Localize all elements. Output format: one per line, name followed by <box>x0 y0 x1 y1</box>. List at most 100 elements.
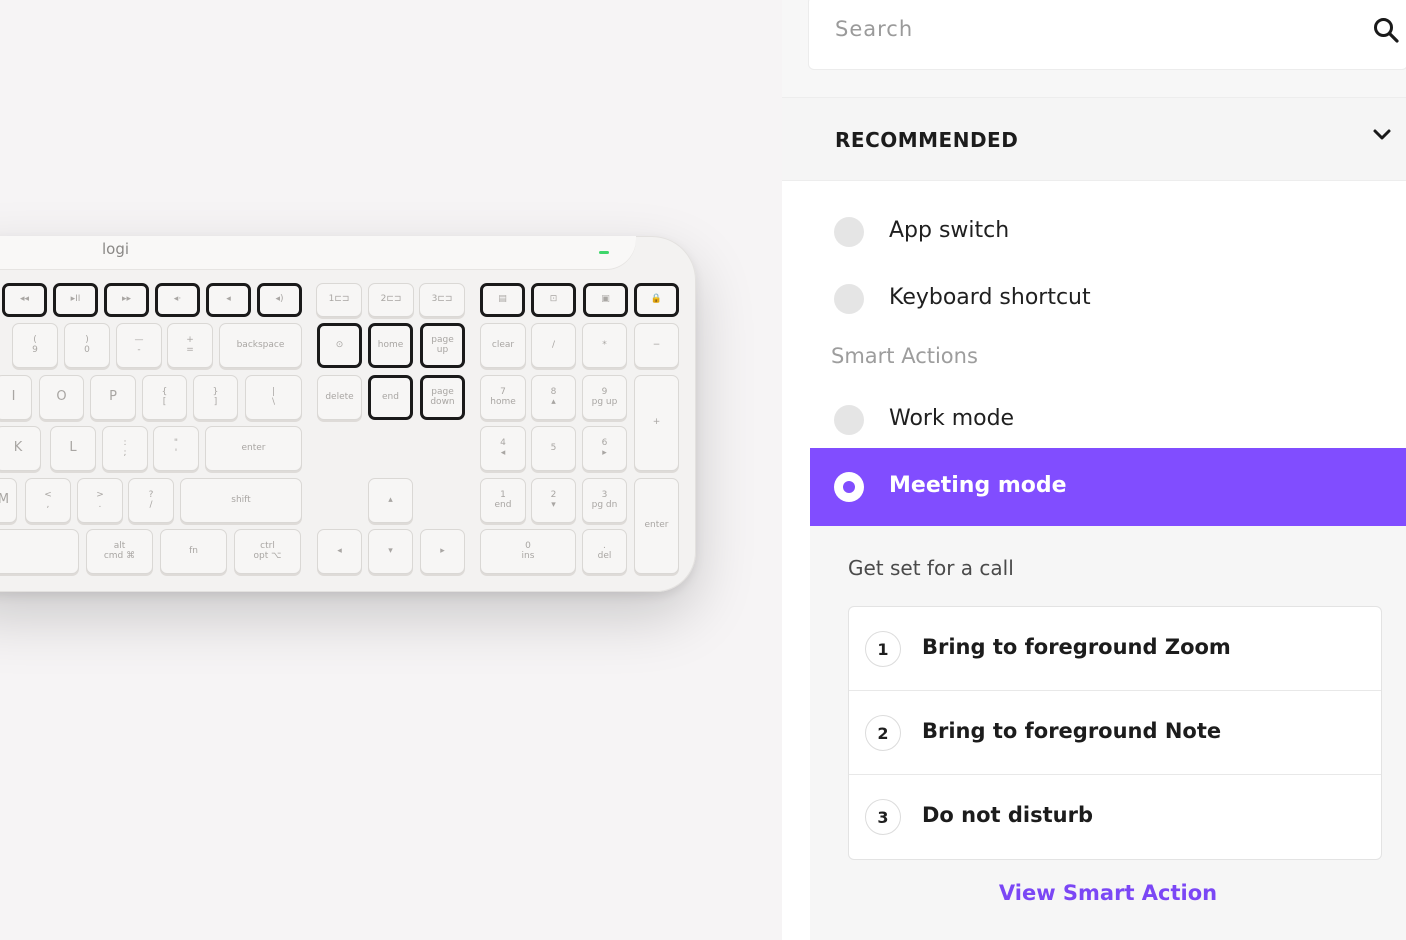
smart-action-details: Get set for a call 1 Bring to foreground… <box>810 526 1406 940</box>
keyboard-key: clear <box>480 323 526 368</box>
keyboard-key: + = <box>167 323 213 368</box>
keyboard-key: ⊙ <box>317 323 362 368</box>
option-meeting-mode[interactable]: Meeting mode <box>810 448 1406 526</box>
step-number: 2 <box>865 715 901 751</box>
option-label: Work mode <box>889 406 1015 431</box>
keyboard-key: ctrl opt ⌥ <box>234 529 301 574</box>
keyboard-key: ( 9 <box>12 323 58 368</box>
keyboard-key: . del <box>582 529 627 574</box>
keyboard-key: page down <box>420 375 465 420</box>
keyboard-key: * <box>582 323 627 368</box>
keyboard-key: ⊡ <box>531 283 576 317</box>
keyboard-key: O <box>39 375 84 420</box>
keyboard-key: " ' <box>153 426 199 471</box>
step-label: Bring to foreground Zoom <box>922 635 1231 659</box>
radio-button-selected[interactable] <box>834 472 864 502</box>
keyboard-key: ◂ <box>317 529 362 574</box>
smart-action-description: Get set for a call <box>848 556 1014 580</box>
keyboard-key: < , <box>25 478 71 523</box>
keyboard-key: backspace <box>219 323 302 368</box>
option-label: Meeting mode <box>889 473 1067 498</box>
keyboard-key: ▸▸ <box>104 283 149 317</box>
keyboard-key: alt cmd ⌘ <box>86 529 153 574</box>
option-work-mode[interactable]: Work mode <box>810 390 1406 450</box>
step-item: 1 Bring to foreground Zoom <box>849 607 1381 691</box>
keyboard-key: 5 <box>531 426 576 471</box>
step-item: 2 Bring to foreground Note <box>849 691 1381 775</box>
keyboard-key: 6 ▸ <box>582 426 627 471</box>
keyboard-key: shift <box>180 478 302 523</box>
keyboard-key: 8 ▴ <box>531 375 576 420</box>
keyboard-key: ◂) <box>257 283 302 317</box>
keyboard-key: 1 end <box>480 478 526 523</box>
keyboard-key: ▴ <box>368 478 413 523</box>
keyboard-key: home <box>368 323 413 368</box>
keyboard-key: : ; <box>102 426 148 471</box>
step-number: 1 <box>865 631 901 667</box>
keyboard-key: enter <box>634 478 679 574</box>
view-smart-action-link[interactable]: View Smart Action <box>810 881 1406 905</box>
option-app-switch[interactable]: App switch <box>810 202 1406 262</box>
keyboard-key: ? / <box>128 478 174 523</box>
radio-button[interactable] <box>834 217 864 247</box>
smart-actions-section-label: Smart Actions <box>831 344 978 368</box>
keyboard-key: page up <box>420 323 465 368</box>
keyboard-key: 2⊏⊐ <box>368 283 414 317</box>
keyboard-key: 7 home <box>480 375 526 420</box>
keyboard-key: } ] <box>193 375 238 420</box>
keyboard-key: ▸II <box>53 283 98 317</box>
keyboard-key: 1⊏⊐ <box>316 283 362 317</box>
search-icon[interactable] <box>1373 17 1399 43</box>
keyboard-key: ▣ <box>583 283 628 317</box>
keyboard-key: end <box>368 375 413 420</box>
chevron-down-icon[interactable] <box>1372 128 1392 142</box>
keyboard-key: ▤ <box>480 283 525 317</box>
option-keyboard-shortcut[interactable]: Keyboard shortcut <box>810 269 1406 329</box>
keyboard-key: M <box>0 478 17 523</box>
step-number: 3 <box>865 799 901 835</box>
keyboard-key: enter <box>205 426 302 471</box>
keyboard-top-bar: logi <box>0 236 636 270</box>
keyboard-key: L <box>50 426 96 471</box>
keyboard-key: { [ <box>142 375 187 420</box>
keyboard-image: logi ◂◂ ▸II ▸▸ ◂· ◂ ◂) 1⊏⊐ 2⊏⊐ 3⊏⊐ ▤ ⊡ ▣ 🔒( 9) 0— - +… <box>0 236 696 592</box>
keyboard-key: 4 ◂ <box>480 426 526 471</box>
status-led <box>599 251 609 254</box>
keyboard-key: / <box>531 323 576 368</box>
option-label: Keyboard shortcut <box>889 285 1091 310</box>
recommended-header[interactable]: RECOMMENDED <box>782 97 1406 181</box>
keyboard-key: fn <box>160 529 227 574</box>
keyboard-key: ▾ <box>368 529 413 574</box>
smart-action-steps: 1 Bring to foreground Zoom 2 Bring to fo… <box>848 606 1382 860</box>
keyboard-key: delete <box>317 375 362 420</box>
keyboard-key: + <box>634 375 679 471</box>
keyboard-key: 3⊏⊐ <box>419 283 465 317</box>
keyboard-key: ▸ <box>420 529 465 574</box>
logi-logo: logi <box>102 240 130 258</box>
step-label: Do not disturb <box>922 803 1094 827</box>
radio-button[interactable] <box>834 405 864 435</box>
keyboard-key: ◂ <box>206 283 251 317</box>
search-placeholder: Search <box>835 17 914 41</box>
search-input[interactable]: Search <box>808 0 1406 70</box>
keyboard-key: — - <box>116 323 162 368</box>
actions-panel: Search RECOMMENDED App switch Keyboard s… <box>782 0 1406 940</box>
keyboard-key: I <box>0 375 32 420</box>
keyboard-key: 2 ▾ <box>531 478 576 523</box>
action-list: App switch Keyboard shortcut Smart Actio… <box>782 181 1406 940</box>
keyboard-key: − <box>634 323 679 368</box>
keyboard-key: 9 pg up <box>582 375 627 420</box>
keyboard-key: ) 0 <box>64 323 110 368</box>
keyboard-key: P <box>90 375 136 420</box>
keyboard-key: 0 ins <box>480 529 576 574</box>
keyboard-key: | \ <box>245 375 302 420</box>
keyboard-key <box>0 529 79 574</box>
step-label: Bring to foreground Note <box>922 719 1222 743</box>
keyboard-key: ◂· <box>155 283 200 317</box>
option-label: App switch <box>889 218 1010 243</box>
recommended-title: RECOMMENDED <box>835 128 1019 152</box>
keyboard-key: ◂◂ <box>2 283 47 317</box>
radio-button[interactable] <box>834 284 864 314</box>
keyboard-key: > . <box>77 478 123 523</box>
keyboard-key: K <box>0 426 41 471</box>
